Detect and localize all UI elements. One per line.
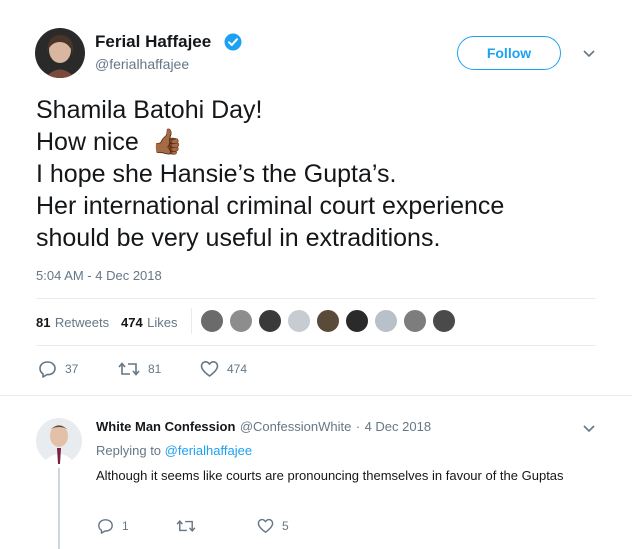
- reply-like-action[interactable]: 5: [257, 518, 289, 534]
- retweet-icon: [176, 520, 196, 532]
- tweet-line: How nice 👍🏾: [36, 128, 183, 156]
- retweet-count: 81: [148, 362, 162, 376]
- likers-avatars: [200, 309, 460, 335]
- liker-avatar[interactable]: [229, 309, 253, 333]
- liker-avatar[interactable]: [403, 309, 427, 333]
- reply-action[interactable]: 37: [38, 360, 78, 378]
- liker-avatar[interactable]: [432, 309, 456, 333]
- reply-header: White Man Confession @ConfessionWhite · …: [96, 418, 431, 436]
- author-avatar[interactable]: [35, 28, 85, 78]
- tweet-text: Shamila Batohi Day! How nice 👍🏾 I hope s…: [36, 94, 504, 254]
- chevron-down-icon[interactable]: [581, 45, 597, 61]
- reply-date[interactable]: 4 Dec 2018: [365, 419, 432, 434]
- dot-separator: ·: [355, 419, 361, 434]
- liker-avatar[interactable]: [258, 309, 282, 333]
- reply-icon: [98, 519, 113, 534]
- retweets-label: Retweets: [54, 315, 110, 330]
- author-handle[interactable]: @ferialhaffajee: [95, 56, 189, 72]
- chevron-down-icon[interactable]: [581, 420, 597, 436]
- tweet-line: should be very useful in extraditions.: [36, 224, 441, 252]
- heart-icon: [257, 518, 274, 533]
- liker-avatar[interactable]: [316, 309, 340, 333]
- reply-like-count: 5: [282, 519, 289, 533]
- reply-reply-count: 1: [122, 519, 129, 533]
- retweet-icon: [118, 362, 140, 376]
- divider: [0, 395, 632, 396]
- replying-to-label: Replying to: [96, 443, 162, 458]
- tweet-line: Her international criminal court experie…: [36, 192, 505, 220]
- retweets-count: 81: [36, 315, 51, 330]
- retweet-action[interactable]: 81: [118, 360, 161, 378]
- tweet-line: Shamila Batohi Day!: [36, 96, 263, 124]
- reply-count: 37: [65, 362, 79, 376]
- like-count: 474: [227, 362, 248, 376]
- like-action[interactable]: 474: [200, 360, 247, 378]
- tweet-line: I hope she Hansie’s the Gupta’s.: [36, 160, 397, 188]
- liker-avatar[interactable]: [200, 309, 224, 333]
- replying-to-handle[interactable]: @ferialhaffajee: [165, 443, 252, 458]
- verified-badge-icon: [224, 33, 242, 51]
- vertical-separator: [191, 308, 192, 334]
- likes-stat[interactable]: 474 Likes: [121, 314, 178, 332]
- retweets-stat[interactable]: 81 Retweets: [36, 314, 109, 332]
- thread-line: [58, 468, 60, 549]
- reply-reply-action[interactable]: 1: [97, 518, 129, 534]
- divider: [36, 345, 596, 346]
- liker-avatar[interactable]: [374, 309, 398, 333]
- reply-author-name[interactable]: White Man Confession: [96, 419, 235, 434]
- tweet-timestamp[interactable]: 5:04 AM - 4 Dec 2018: [36, 268, 162, 283]
- reply-author-handle[interactable]: @ConfessionWhite: [240, 419, 351, 434]
- likes-count: 474: [121, 315, 143, 330]
- reply-text: Although it seems like courts are pronou…: [96, 468, 564, 483]
- liker-avatar[interactable]: [287, 309, 311, 333]
- reply-retweet-action[interactable]: [176, 518, 204, 534]
- replying-to: Replying to @ferialhaffajee: [96, 443, 252, 458]
- author-name[interactable]: Ferial Haffajee: [95, 32, 211, 52]
- heart-icon: [200, 361, 219, 377]
- likes-label: Likes: [147, 315, 178, 330]
- liker-avatar[interactable]: [345, 309, 369, 333]
- follow-button[interactable]: Follow: [457, 36, 561, 70]
- thumbs-up-icon: 👍🏾: [151, 128, 183, 156]
- reply-icon: [39, 361, 56, 378]
- reply-author-avatar[interactable]: [36, 418, 82, 464]
- divider: [36, 298, 596, 299]
